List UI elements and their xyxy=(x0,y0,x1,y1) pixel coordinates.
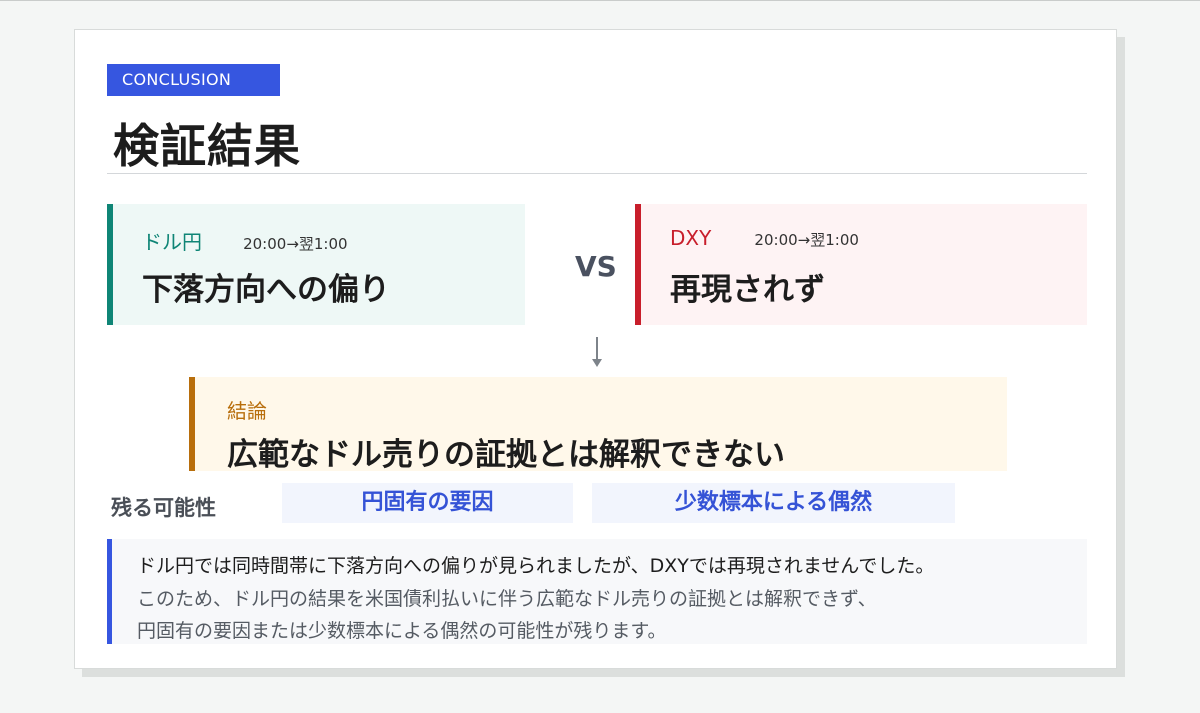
dxy-result: 再現されず xyxy=(670,272,825,308)
summary-line: ドル円では同時間帯に下落方向への偏りが見られましたが、DXYでは再現されませんで… xyxy=(137,555,935,577)
possibility-chip-small-sample: 少数標本による偶然 xyxy=(592,483,955,523)
usdjpy-result: 下落方向への偏り xyxy=(142,272,390,308)
conclusion-card: 結論 広範なドル売りの証拠とは解釈できない xyxy=(189,377,1007,473)
dxy-card-header: DXY 20:00→翌1:00 xyxy=(670,226,859,250)
vs-label: VS xyxy=(575,250,617,283)
usdjpy-name: ドル円 xyxy=(142,230,202,254)
title-divider xyxy=(107,173,1087,174)
dxy-time: 20:00→翌1:00 xyxy=(754,231,859,249)
page-title: 検証結果 xyxy=(113,119,301,173)
conclusion-text: 広範なドル売りの証拠とは解釈できない xyxy=(227,437,785,473)
top-divider xyxy=(0,0,1200,1)
usdjpy-time: 20:00→翌1:00 xyxy=(243,235,348,253)
conclusion-label: 結論 xyxy=(227,399,267,423)
usdjpy-card-header: ドル円 20:00→翌1:00 xyxy=(142,226,348,255)
summary-line: このため、ドル円の結果を米国債利払いに伴う広範なドル売りの証拠とは解釈できず、 xyxy=(137,588,877,610)
summary-box: ドル円では同時間帯に下落方向への偏りが見られましたが、DXYでは再現されませんで… xyxy=(107,539,1087,644)
section-tag: CONCLUSION xyxy=(107,64,280,96)
dxy-name: DXY xyxy=(670,226,712,250)
possibilities-label: 残る可能性 xyxy=(111,496,216,520)
dxy-card: DXY 20:00→翌1:00 再現されず xyxy=(635,204,1087,325)
possibility-chip-yen-factor: 円固有の要因 xyxy=(282,483,573,523)
usdjpy-card: ドル円 20:00→翌1:00 下落方向への偏り xyxy=(107,204,525,325)
slide: CONCLUSION 検証結果 ドル円 20:00→翌1:00 下落方向への偏り… xyxy=(74,29,1117,669)
summary-line: 円固有の要因または少数標本による偶然の可能性が残ります。 xyxy=(137,620,667,642)
